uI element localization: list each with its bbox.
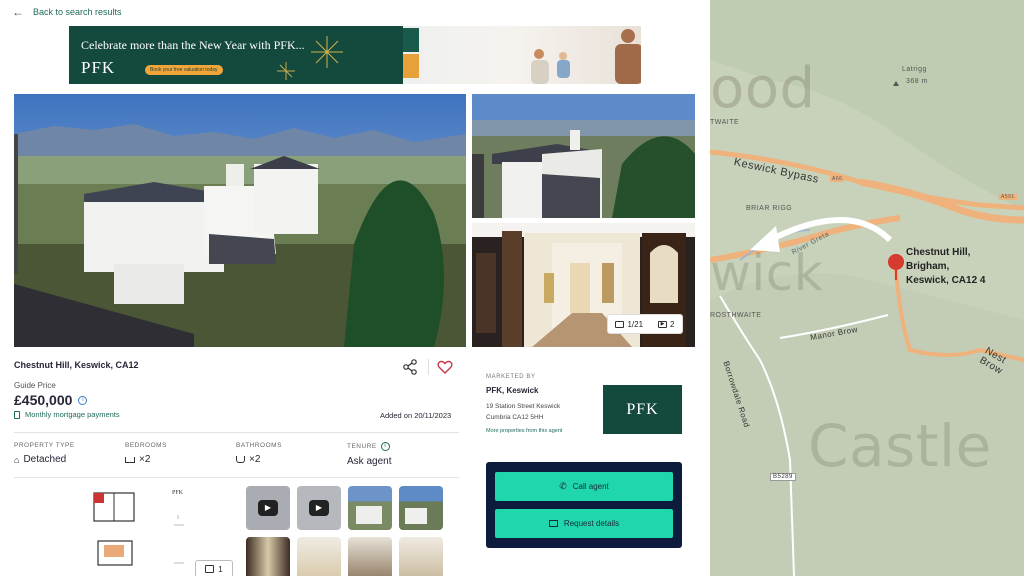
bathrooms-value: ×2 — [249, 454, 261, 465]
floorplan-thumbnail[interactable] — [60, 485, 190, 576]
bathrooms-label: BATHROOMS — [236, 442, 282, 449]
promo-banner[interactable]: Celebrate more than the New Year with PF… — [69, 26, 641, 84]
tenure: TENURE i Ask agent — [347, 442, 391, 467]
bed-icon — [125, 456, 135, 463]
agent-logo[interactable]: PFK — [603, 385, 682, 434]
price: £450,000 i — [14, 392, 88, 408]
map-watermark: ood — [710, 56, 816, 121]
play-icon: ▶ — [258, 500, 278, 516]
map-pin-icon[interactable] — [886, 252, 906, 282]
map-label: 368 m — [906, 78, 928, 85]
map-watermark: wick — [710, 244, 824, 302]
banner-tagline: Celebrate more than the New Year with PF… — [81, 38, 305, 52]
added-date: Added on 20/11/2023 — [380, 411, 452, 420]
bath-icon — [236, 456, 245, 463]
back-link-label: Back to search results — [33, 7, 122, 17]
video-thumbnail[interactable]: ▶ — [297, 486, 341, 530]
request-details-label: Request details — [563, 519, 620, 528]
photo-thumbnail[interactable] — [348, 486, 392, 530]
agent-address-line2: Cumbria CA12 5HH — [486, 414, 544, 421]
map-road-number: A66 — [830, 176, 845, 182]
request-details-button[interactable]: Request details — [495, 509, 673, 538]
call-agent-label: Call agent — [572, 482, 609, 491]
banner-tab-orange — [403, 54, 419, 78]
property-type: PROPERTY TYPE ⌂ Detached — [14, 442, 75, 465]
property-type-label: PROPERTY TYPE — [14, 442, 75, 449]
mortgage-link-label: Monthly mortgage payments — [25, 410, 120, 419]
divider — [14, 477, 459, 478]
bedrooms: BEDROOMS ×2 — [125, 442, 167, 465]
photo-thumbnail[interactable] — [297, 537, 341, 576]
agent-address-line1: 19 Station Street Keswick — [486, 403, 561, 410]
banner-logo: PFK — [81, 58, 116, 77]
bedrooms-label: BEDROOMS — [125, 442, 167, 449]
map-road-number: A591 — [999, 194, 1017, 200]
map-label: ROSTHWAITE — [710, 312, 762, 319]
photo-thumbnail[interactable] — [348, 537, 392, 576]
bathrooms: BATHROOMS ×2 — [236, 442, 282, 465]
map-pin-label: Chestnut Hill, Brigham, Keswick, CA12 4 — [906, 247, 986, 286]
image-count-badge[interactable]: 1 — [195, 560, 233, 576]
image-icon — [205, 565, 215, 573]
agent-name: PFK, Keswick — [486, 386, 539, 395]
info-icon[interactable]: i — [78, 395, 88, 405]
location-map[interactable]: ood wick Castle Latrigg 368 m TWAITE Kes… — [710, 0, 1024, 576]
map-watermark: Castle — [808, 412, 992, 480]
heart-icon[interactable] — [436, 358, 454, 376]
photo-counter[interactable]: 1/21 ▶ 2 — [607, 314, 683, 334]
firework-small-icon — [277, 62, 295, 80]
guide-price-label: Guide Price — [14, 381, 56, 390]
tenure-value: Ask agent — [347, 456, 392, 467]
photo-thumbnail[interactable] — [399, 537, 443, 576]
more-properties-link[interactable]: More properties from this agent — [486, 428, 562, 434]
envelope-icon — [548, 520, 558, 527]
divider — [428, 359, 429, 375]
price-value: £450,000 — [14, 392, 73, 408]
play-icon: ▶ — [309, 500, 329, 516]
map-label: TWAITE — [710, 119, 740, 126]
video-icon: ▶ — [658, 320, 668, 328]
divider — [14, 432, 459, 433]
house-icon: ⌂ — [14, 454, 20, 465]
photo-thumbnail[interactable] — [246, 537, 290, 576]
info-icon[interactable]: i — [380, 442, 390, 451]
banner-tab-green — [403, 28, 419, 52]
share-icon[interactable] — [401, 358, 419, 376]
property-type-value: Detached — [23, 454, 67, 465]
back-to-search-link[interactable]: ← Back to search results — [12, 4, 122, 20]
banner-cta: Book your free valuation today — [145, 65, 223, 75]
firework-icon — [311, 36, 343, 68]
tenure-label: TENURE — [347, 443, 377, 450]
calculator-icon — [14, 410, 20, 419]
floorplan-brand: PFK — [172, 490, 184, 496]
contact-panel: ✆ Call agent Request details — [486, 462, 682, 548]
main-property-photo[interactable] — [14, 94, 466, 347]
map-label: Latrigg — [902, 66, 927, 73]
bedrooms-value: ×2 — [139, 454, 151, 465]
banner-family-photo — [403, 26, 641, 84]
camera-icon — [615, 320, 625, 328]
agent-card: MARKETED BY PFK, Keswick 19 Station Stre… — [472, 360, 695, 450]
video-count: ▶ 2 — [658, 320, 675, 329]
property-address: Chestnut Hill, Keswick, CA12 — [14, 360, 139, 370]
photo-thumbnail[interactable] — [399, 486, 443, 530]
map-road-number: B5289 — [770, 473, 796, 481]
marketed-by-label: MARKETED BY — [486, 374, 536, 380]
arrow-left-icon: ← — [12, 5, 24, 19]
photo-count: 1/21 — [615, 320, 643, 329]
video-thumbnail[interactable]: ▶ — [246, 486, 290, 530]
call-agent-button[interactable]: ✆ Call agent — [495, 472, 673, 501]
mortgage-link[interactable]: Monthly mortgage payments — [14, 410, 120, 419]
phone-icon: ✆ — [559, 481, 567, 491]
side-photo-exterior[interactable] — [472, 94, 695, 218]
map-label: BRIAR RIGG — [746, 205, 793, 212]
